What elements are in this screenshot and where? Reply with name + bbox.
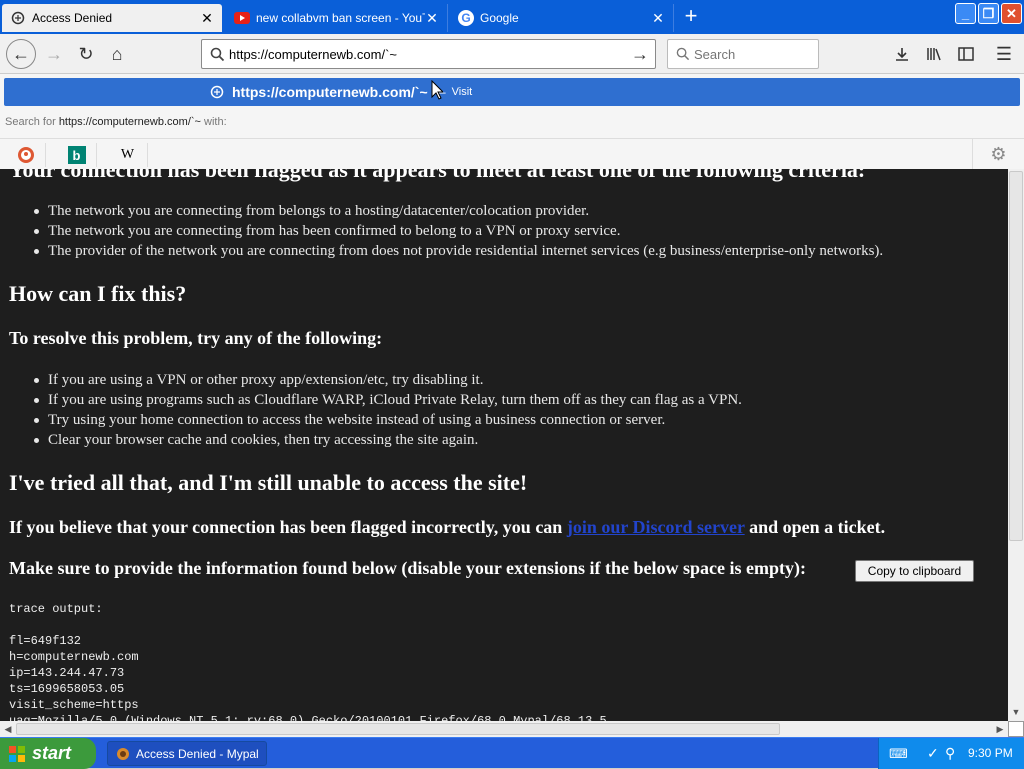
trace-line: ip=143.244.47.73	[9, 666, 125, 680]
cloudflare-bolt-icon	[10, 10, 26, 26]
minimize-icon[interactable]: _	[955, 3, 976, 24]
suggestion-url: https://computernewb.com/`~	[232, 84, 428, 100]
list-item: Clear your browser cache and cookies, th…	[34, 430, 742, 450]
gear-icon[interactable]: ⚙	[972, 139, 1024, 169]
keyboard-icon[interactable]: ⌨	[889, 746, 908, 762]
search-box[interactable]	[667, 39, 870, 69]
taskbar-item-browser[interactable]: Access Denied - Mypal	[107, 741, 267, 766]
close-tab-icon[interactable]: ✕	[651, 10, 665, 27]
trace-line: h=computernewb.com	[9, 650, 139, 664]
back-icon[interactable]: ←	[6, 39, 36, 69]
network-icon[interactable]: ✓	[927, 745, 939, 762]
navigation-toolbar: ← → ↻ ⌂ → ☰	[0, 34, 1024, 74]
search-for-prefix: Search for	[5, 116, 56, 128]
search-for-suffix: with:	[204, 116, 227, 128]
close-tab-icon[interactable]: ✕	[425, 10, 439, 27]
close-tab-icon[interactable]: ✕	[200, 10, 214, 27]
go-arrow-icon[interactable]: →	[631, 44, 649, 65]
url-input[interactable]	[229, 46, 631, 62]
fix-subheading: To resolve this problem, try any of the …	[9, 328, 383, 348]
trace-line: uag=Mozilla/5.0 (Windows NT 5.1; rv:68.0…	[9, 714, 607, 721]
copy-to-clipboard-button[interactable]: Copy to clipboard	[855, 560, 974, 582]
duckduckgo-icon[interactable]	[6, 143, 46, 167]
scroll-down-icon[interactable]: ▼	[1009, 705, 1023, 719]
vertical-scrollbar[interactable]: ▼	[1008, 169, 1024, 721]
forward-icon[interactable]: →	[40, 40, 68, 68]
menu-icon[interactable]: ☰	[990, 40, 1018, 68]
url-suggestion-popup: https://computernewb.com/`~ — Visit Sear…	[0, 74, 1024, 169]
library-icon[interactable]	[920, 40, 948, 68]
tab-title: new collabvm ban screen - YouTub	[256, 11, 425, 25]
tab-youtube[interactable]: new collabvm ban screen - YouTub ✕	[226, 4, 448, 32]
scrollbar-thumb[interactable]	[1009, 171, 1023, 541]
list-item: If you are using programs such as Cloudf…	[34, 392, 742, 408]
clock: 9:30 PM	[968, 746, 1013, 760]
suggestion-visit-label: Visit	[451, 86, 473, 98]
taskbar-item-label: Access Denied - Mypal	[136, 746, 259, 761]
scrollbar-corner	[1008, 721, 1024, 737]
search-input[interactable]	[694, 46, 870, 62]
tab-title: Google	[480, 11, 519, 25]
suggestion-visit-row[interactable]: https://computernewb.com/`~ — Visit	[4, 78, 1020, 106]
trace-line: ts=1699658053.05	[9, 682, 125, 696]
scrollbar-thumb[interactable]	[16, 723, 780, 735]
cloudflare-bolt-icon	[210, 85, 224, 99]
search-engines-row: b W ⚙	[0, 138, 1024, 169]
criteria-list: The network you are connecting from belo…	[33, 201, 884, 261]
search-for-label: Search for https://computernewb.com/`~ w…	[5, 116, 227, 128]
mypal-icon	[116, 747, 130, 761]
trace-label: trace output:	[9, 602, 103, 616]
start-label: start	[32, 743, 72, 763]
tried-heading: I've tried all that, and I'm still unabl…	[9, 470, 528, 495]
windows-logo-icon	[8, 745, 26, 763]
maximize-icon[interactable]: ❐	[978, 3, 999, 24]
start-button[interactable]: start	[0, 738, 96, 769]
reload-icon[interactable]: ↻	[72, 40, 100, 68]
scroll-left-icon[interactable]: ◀	[1, 722, 15, 736]
search-icon	[210, 47, 225, 62]
sidebar-icon[interactable]	[952, 40, 980, 68]
google-icon: G	[458, 10, 474, 26]
search-for-query: https://computernewb.com/`~	[58, 116, 201, 128]
tab-strip: Access Denied ✕ new collabvm ban screen …	[0, 0, 1024, 34]
list-item: Try using your home connection to access…	[34, 410, 742, 430]
tab-access-denied[interactable]: Access Denied ✕	[2, 4, 222, 32]
trace-line: fl=649f132	[9, 634, 82, 648]
magnifier-icon[interactable]: ⚲	[945, 745, 955, 762]
tab-google[interactable]: G Google ✕	[450, 4, 674, 32]
list-item: The network you are connecting from has …	[33, 221, 883, 241]
wikipedia-icon[interactable]: W	[108, 143, 148, 167]
tab-title: Access Denied	[32, 11, 113, 25]
discord-link[interactable]: join our Discord server	[567, 517, 745, 537]
horizontal-scrollbar[interactable]: ◀ ▶	[0, 721, 1008, 737]
fix-list: If you are using a VPN or other proxy ap…	[34, 370, 742, 450]
info-paragraph: Make sure to provide the information fou…	[9, 558, 807, 578]
url-bar[interactable]: →	[201, 39, 656, 69]
bing-icon[interactable]: b	[57, 143, 97, 167]
downloads-icon[interactable]	[888, 40, 916, 68]
list-item: The provider of the network you are conn…	[33, 243, 884, 259]
criteria-heading: Your connection has been flagged as it a…	[9, 169, 866, 182]
list-item: The network you are connecting from belo…	[33, 201, 883, 221]
close-window-icon[interactable]: ✕	[1001, 3, 1022, 24]
mouse-cursor-icon	[431, 79, 445, 103]
ticket-prefix: If you believe that your connection has …	[9, 517, 563, 537]
list-item: If you are using a VPN or other proxy ap…	[34, 370, 742, 390]
taskbar: start Access Denied - Mypal ⌨ ✓ ⚲ 9:30 P…	[0, 737, 1024, 769]
home-icon[interactable]: ⌂	[103, 40, 131, 68]
youtube-icon	[234, 12, 250, 24]
trace-line: visit_scheme=https	[9, 698, 139, 712]
ticket-paragraph: If you believe that your connection has …	[9, 517, 885, 538]
search-icon	[676, 47, 690, 61]
scroll-right-icon[interactable]: ▶	[993, 722, 1007, 736]
ticket-suffix: and open a ticket.	[749, 517, 886, 537]
new-tab-icon[interactable]: +	[680, 4, 702, 30]
page-content: Your connection has been flagged as it a…	[0, 169, 1008, 721]
trace-output: trace output: fl=649f132 h=computernewb.co…	[9, 601, 607, 721]
fix-heading: How can I fix this?	[9, 281, 187, 306]
